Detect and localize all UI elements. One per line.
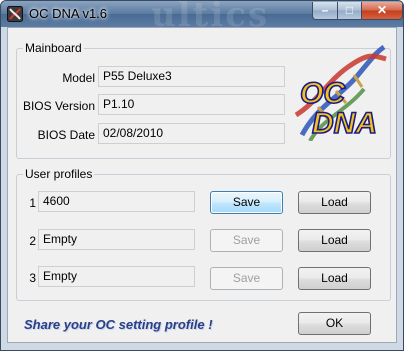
oc-dna-logo: OC DNA	[294, 45, 387, 141]
client-area: Mainboard Model P55 Deluxe3 BIOS Version…	[7, 27, 397, 343]
logo-dna-text: DNA	[312, 107, 377, 140]
profile-2-index: 2	[29, 234, 36, 248]
model-label: Model	[62, 71, 95, 85]
profile-3-save-button[interactable]: Save	[210, 267, 283, 290]
close-button[interactable]: ✕	[361, 2, 403, 20]
title-bar[interactable]: ultics OC DNA v1.6 – □ ✕	[1, 1, 403, 35]
profile-1-load-button[interactable]: Load	[298, 191, 371, 214]
maximize-button[interactable]: □	[337, 2, 362, 20]
slogan-text: Share your OC setting profile !	[24, 317, 213, 332]
bios-date-label: BIOS Date	[37, 128, 95, 142]
bios-version-label: BIOS Version	[22, 99, 95, 113]
bios-version-field: P1.10	[98, 94, 285, 115]
mainboard-group-label: Mainboard	[23, 41, 84, 55]
profile-3-load-button[interactable]: Load	[298, 267, 371, 290]
user-profiles-group-label: User profiles	[23, 167, 95, 181]
app-window: ultics OC DNA v1.6 – □ ✕ Mainboard Model…	[0, 0, 404, 351]
bios-date-field: 02/08/2010	[98, 123, 285, 144]
logo-oc-text: OC	[300, 77, 346, 110]
ok-button[interactable]: OK	[298, 312, 371, 335]
profile-1-save-button[interactable]: Save	[210, 191, 283, 214]
profile-1-index: 1	[29, 196, 36, 210]
model-field: P55 Deluxe3	[98, 66, 285, 87]
profile-1-name-field[interactable]: 4600	[38, 191, 195, 212]
window-title: OC DNA v1.6	[29, 6, 108, 21]
profile-3-name-field[interactable]: Empty	[38, 266, 195, 287]
profile-2-name-field[interactable]: Empty	[38, 229, 195, 250]
profile-2-save-button[interactable]: Save	[210, 229, 283, 252]
minimize-button[interactable]: –	[312, 2, 338, 20]
app-icon[interactable]	[7, 6, 23, 22]
profile-3-index: 3	[29, 271, 36, 285]
profile-2-load-button[interactable]: Load	[298, 229, 371, 252]
